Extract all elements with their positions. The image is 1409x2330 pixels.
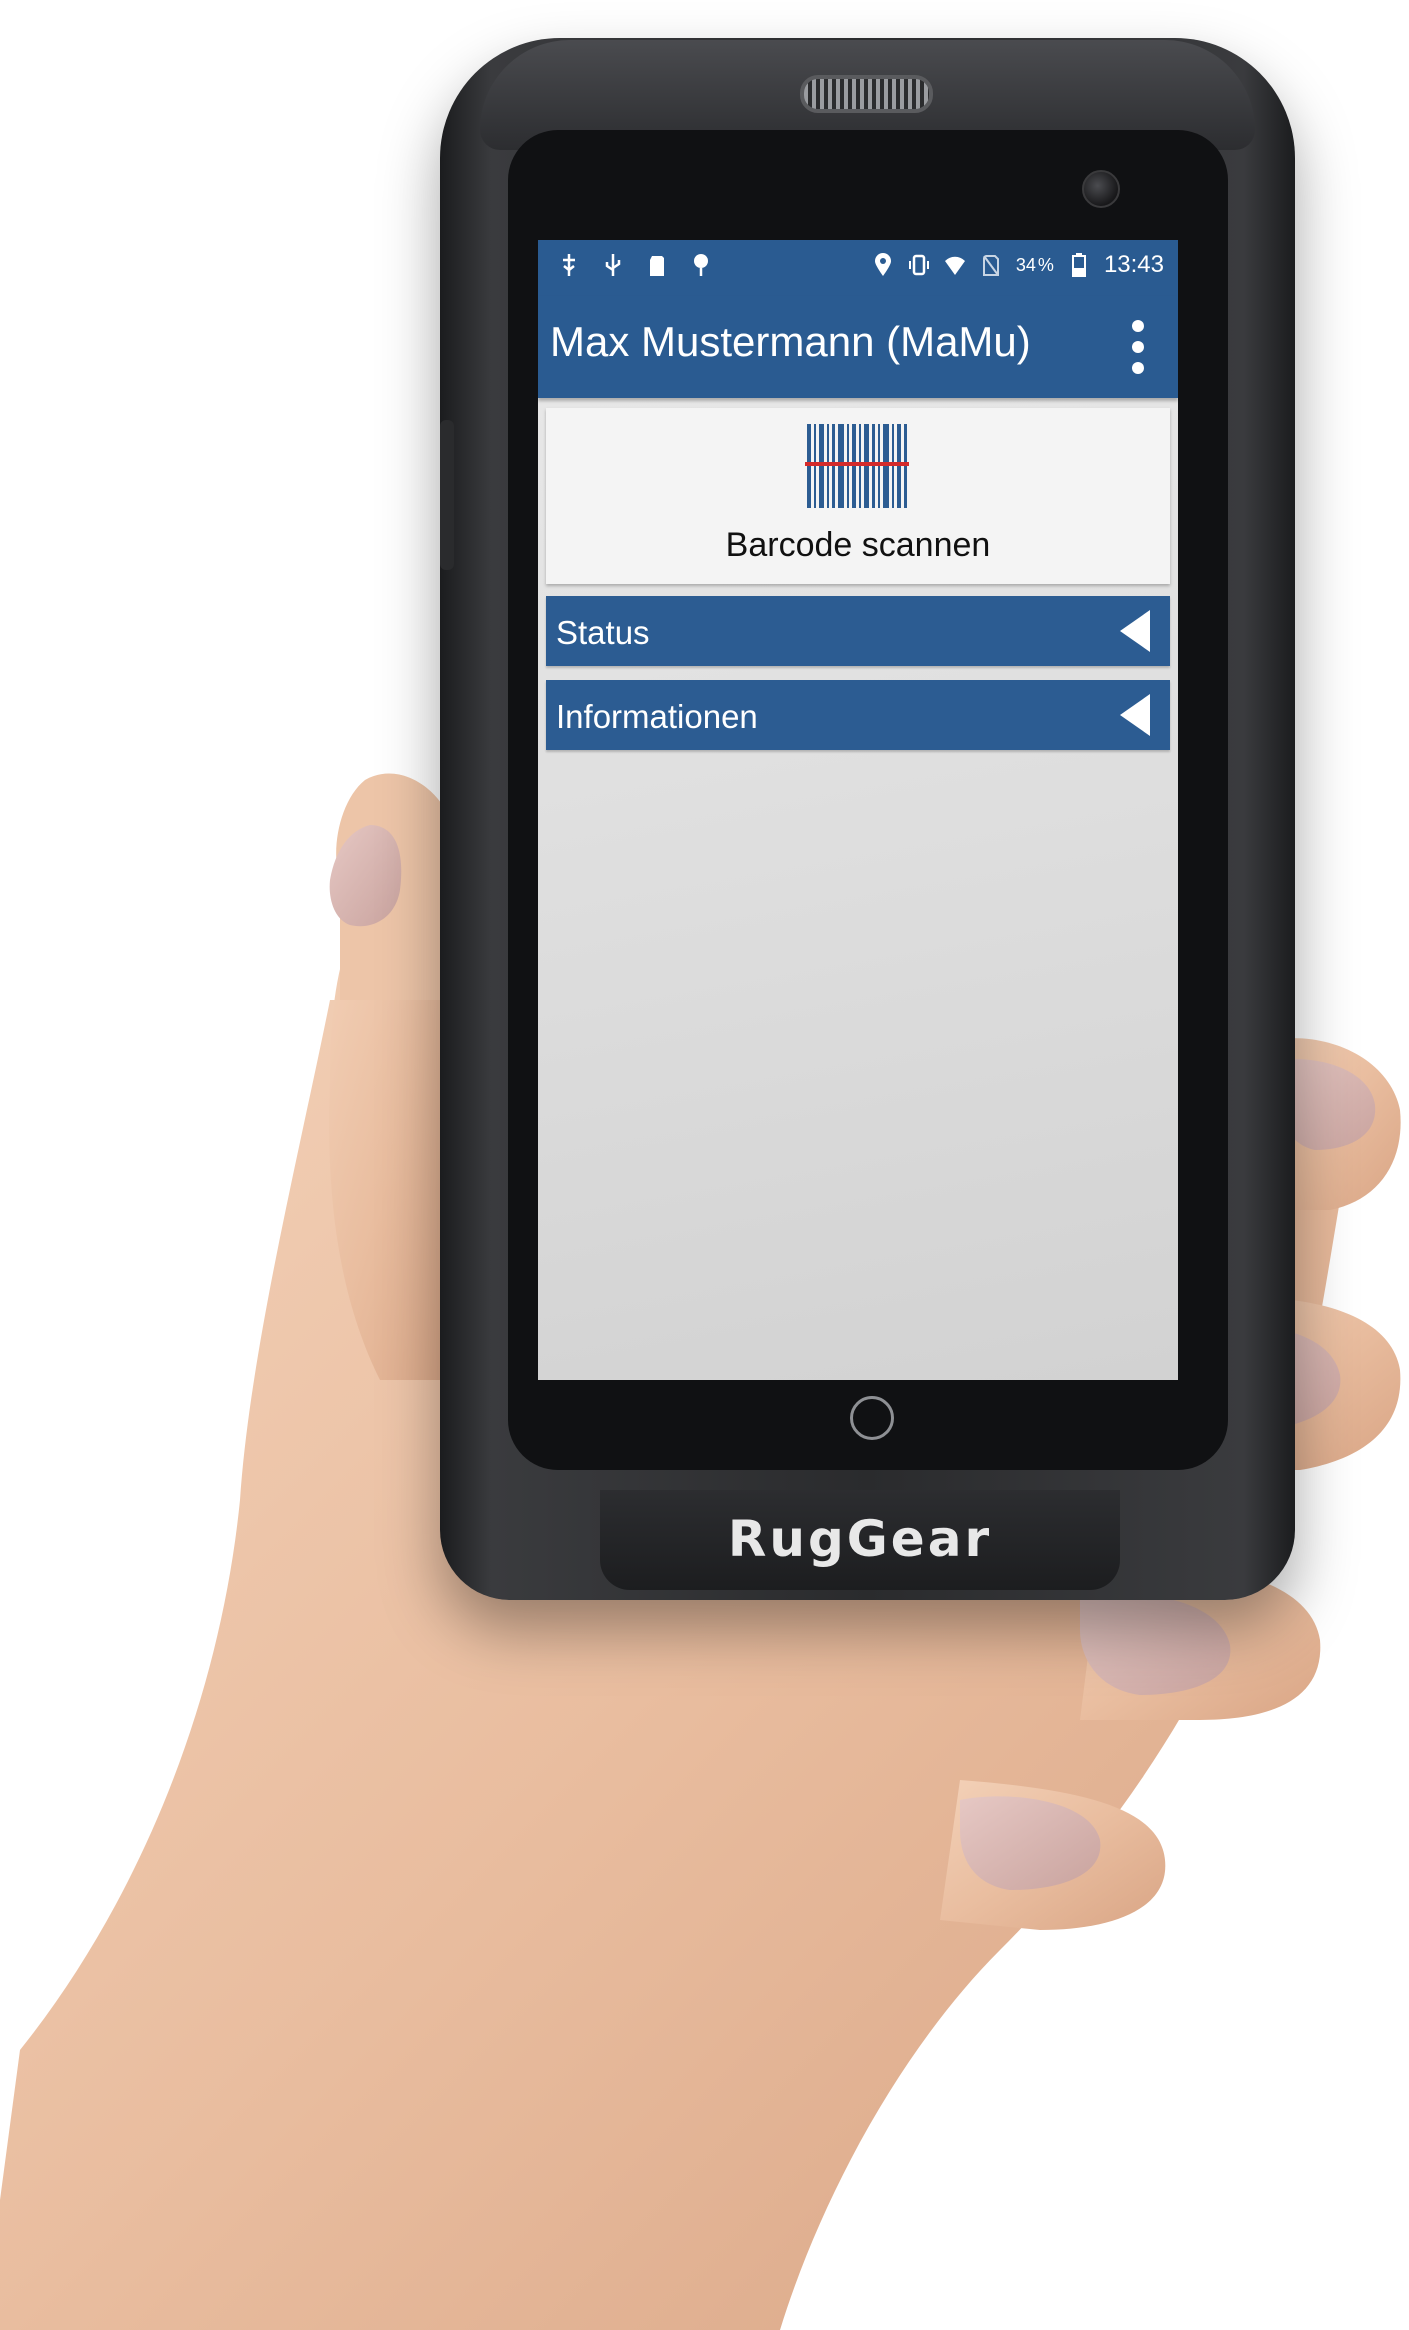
section-informationen-label: Informationen: [556, 698, 758, 735]
scan-barcode-label: Barcode scannen: [725, 526, 991, 564]
battery-percent-sign: %: [1037, 255, 1054, 275]
battery-icon: [1071, 253, 1086, 277]
front-camera-icon: [1082, 170, 1120, 208]
status-bar: 34 % 13:43: [538, 240, 1178, 296]
brand-logo: RugGear: [727, 1510, 993, 1568]
location-icon: [874, 253, 891, 276]
no-sim-icon: [982, 255, 999, 276]
app-title: Max Mustermann (MaMu): [550, 318, 1031, 365]
vibrate-icon: [908, 254, 929, 276]
side-button[interactable]: [440, 420, 454, 570]
barcode-icon: [805, 424, 909, 508]
section-informationen[interactable]: Informationen: [546, 680, 1170, 750]
usb-icon: [605, 254, 621, 276]
status-clock: 13:43: [1103, 251, 1164, 278]
section-status[interactable]: Status: [546, 596, 1170, 666]
sd-card-icon: [650, 256, 664, 276]
status-right-icons: 34 % 13:43: [872, 252, 1164, 278]
wifi-icon: [944, 256, 965, 275]
app-screen: 34 % 13:43 Max Mustermann (MaMu) Barcode…: [538, 240, 1178, 1380]
collapse-arrow-icon: [1120, 694, 1150, 736]
battery-level: 34: [1015, 255, 1036, 275]
collapse-arrow-icon: [1120, 610, 1150, 652]
status-left-icons: [558, 252, 712, 278]
overflow-menu-icon[interactable]: [1098, 306, 1178, 388]
app-bar: Max Mustermann (MaMu): [538, 296, 1178, 398]
usb-debug-icon: [563, 254, 575, 276]
section-status-label: Status: [556, 614, 650, 651]
earpiece-speaker: [800, 75, 933, 113]
scan-barcode-button[interactable]: Barcode scannen: [546, 408, 1170, 584]
home-button-icon[interactable]: [850, 1396, 894, 1440]
location-pin-icon: [694, 254, 708, 276]
